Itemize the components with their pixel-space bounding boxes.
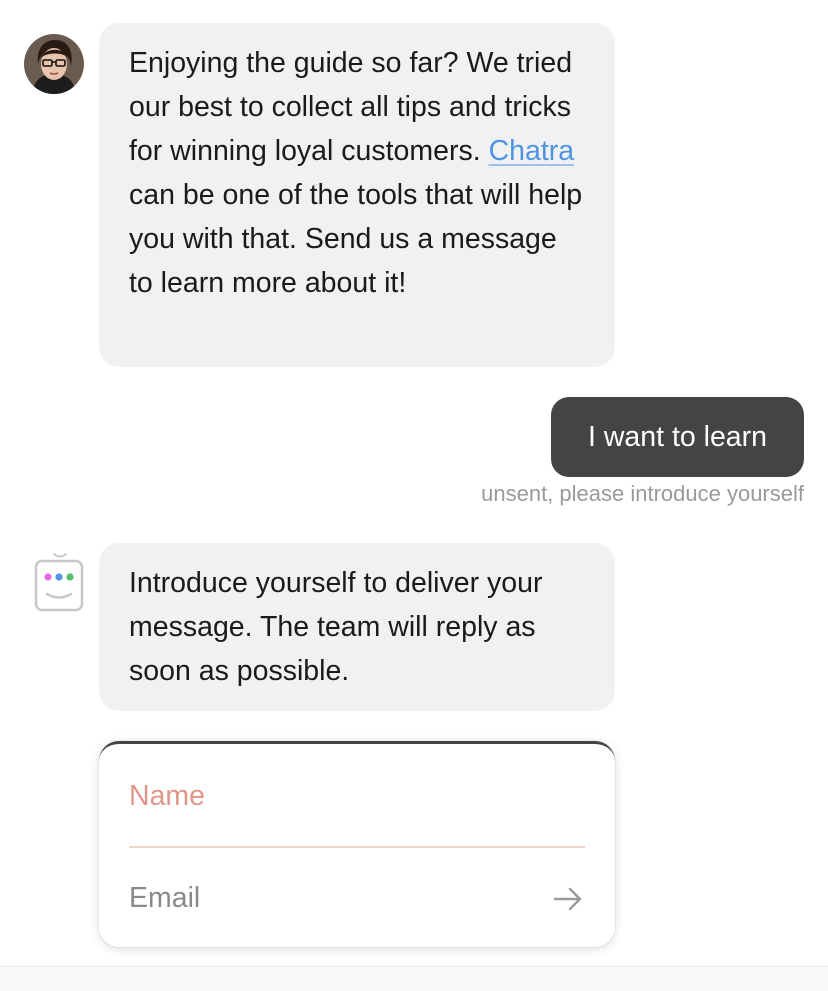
email-input[interactable] <box>129 876 529 920</box>
introduce-yourself-form <box>99 741 615 947</box>
agent-message-bubble: Enjoying the guide so far? We tried our … <box>99 23 615 367</box>
agent-message-text-end: can be one of the tools that will help y… <box>129 179 583 299</box>
bot-message-text: Introduce yourself to deliver your messa… <box>129 567 543 687</box>
chatra-link[interactable]: Chatra <box>489 135 575 167</box>
bottom-bar <box>0 966 828 991</box>
visitor-message-text: I want to learn <box>587 420 767 453</box>
message-status: unsent, please introduce yourself <box>481 481 804 506</box>
field-divider <box>129 846 585 848</box>
chatra-bot-icon <box>34 548 86 614</box>
agent-avatar <box>24 34 84 94</box>
arrow-right-icon[interactable] <box>552 883 584 915</box>
visitor-message-bubble[interactable]: I want to learn <box>551 397 804 477</box>
name-input[interactable] <box>129 774 585 818</box>
chat-window: Enjoying the guide so far? We tried our … <box>0 0 828 991</box>
bot-message-bubble: Introduce yourself to deliver your messa… <box>99 543 615 711</box>
